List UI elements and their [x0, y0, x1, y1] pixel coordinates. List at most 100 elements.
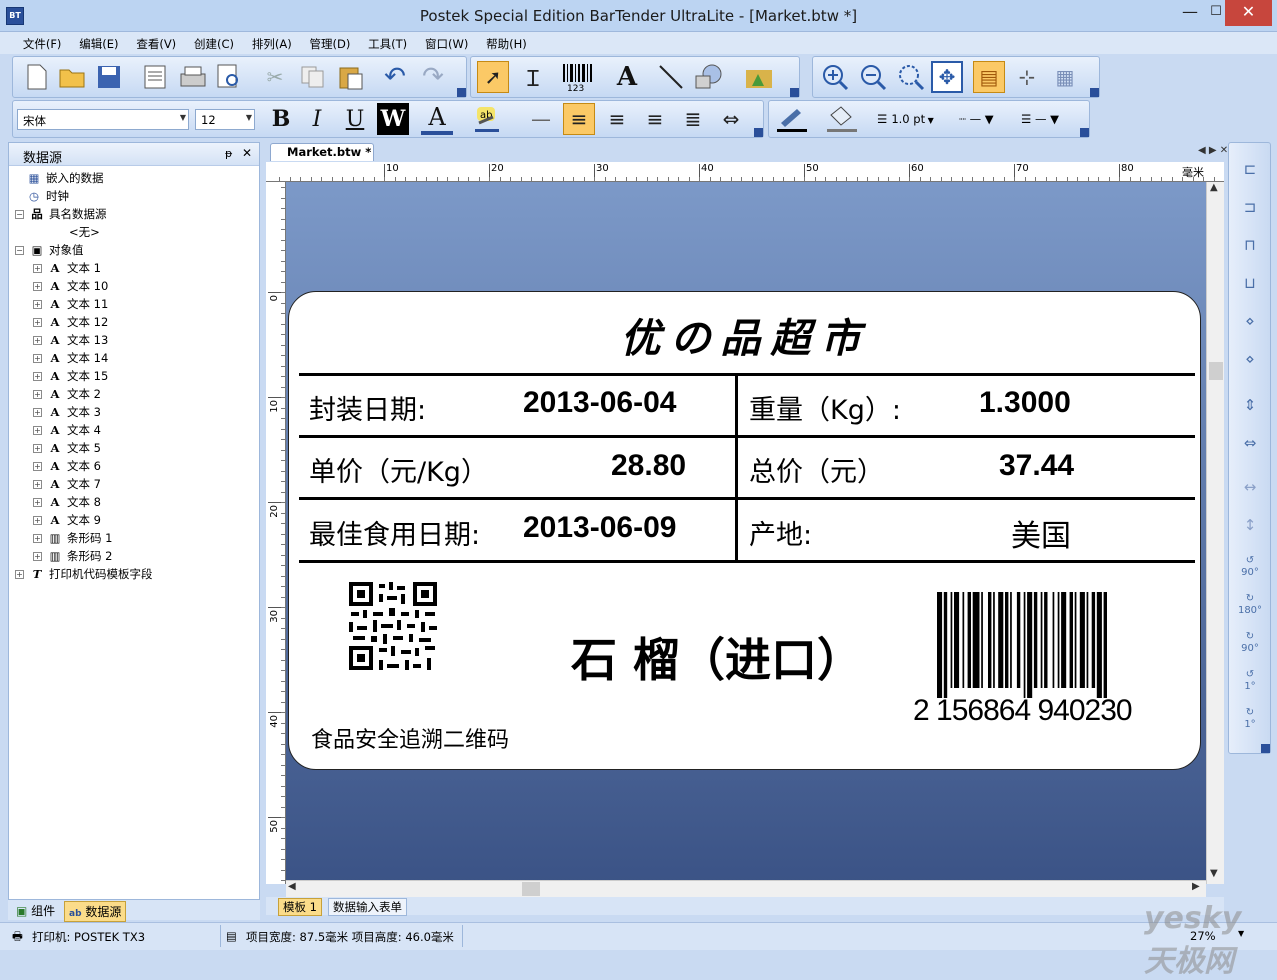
- expand-icon[interactable]: +: [33, 372, 42, 381]
- tree-item[interactable]: + A 文本 8: [33, 493, 101, 511]
- tree-item[interactable]: + A 文本 12: [33, 313, 108, 331]
- align-center-icon[interactable]: ≡: [601, 103, 633, 135]
- rotate-180-icon[interactable]: ↻ 180°: [1236, 589, 1264, 623]
- ruler-toggle-icon[interactable]: ▤: [973, 61, 1005, 93]
- expand-icon[interactable]: +: [33, 390, 42, 399]
- tree-item[interactable]: + A 文本 10: [33, 277, 108, 295]
- space-vertical-icon[interactable]: ↕: [1236, 511, 1264, 539]
- rotate-1-ccw-icon[interactable]: ↺ 1°: [1236, 665, 1264, 699]
- expand-icon[interactable]: +: [33, 408, 42, 417]
- font-size-select[interactable]: 12 ▼: [195, 109, 255, 130]
- weight-label[interactable]: 重量（Kg）:: [749, 388, 901, 427]
- product-name[interactable]: 石 榴（进口）: [571, 624, 863, 690]
- select-pointer-icon[interactable]: ➚: [477, 61, 509, 93]
- copy-icon[interactable]: [297, 61, 329, 93]
- menu-file[interactable]: 文件(F): [16, 32, 69, 54]
- distribute-horizontal-icon[interactable]: ⇔: [1236, 429, 1264, 457]
- menu-window[interactable]: 窗口(W): [418, 32, 475, 54]
- expand-icon[interactable]: +: [33, 444, 42, 453]
- tab-data-entry-form[interactable]: 数据输入表单: [328, 898, 407, 916]
- expand-icon[interactable]: +: [33, 516, 42, 525]
- fit-text-icon[interactable]: ⇔: [715, 103, 747, 135]
- text-tool-icon[interactable]: A: [611, 61, 643, 93]
- barcode[interactable]: [935, 592, 1165, 698]
- font-select[interactable]: 宋体 ▼: [17, 109, 189, 130]
- label-template[interactable]: 优の品超市 封装日期: 2013-06-04 重量（Kg）: 1.3000 单价…: [288, 291, 1201, 770]
- pack-date-label[interactable]: 封装日期:: [309, 388, 426, 427]
- chevron-right-icon[interactable]: ▶: [1192, 881, 1200, 892]
- barcode-tool-icon[interactable]: 123: [559, 61, 603, 93]
- toolbar-overflow-icon[interactable]: [1261, 744, 1270, 753]
- tree-item[interactable]: + A 文本 7: [33, 475, 101, 493]
- tree-item[interactable]: − ▣ 对象值: [15, 241, 84, 259]
- undo-icon[interactable]: ↶: [379, 61, 411, 93]
- menu-tools[interactable]: 工具(T): [361, 32, 414, 54]
- origin-value[interactable]: 美国: [1011, 511, 1071, 555]
- page-setup-icon[interactable]: [139, 61, 171, 93]
- chevron-left-icon[interactable]: ◀: [288, 881, 296, 892]
- rotate-90-cw-icon[interactable]: ↻ 90°: [1236, 627, 1264, 661]
- align-top-edges-icon[interactable]: ⊓: [1236, 231, 1264, 259]
- grid-icon[interactable]: ▦: [1049, 61, 1081, 93]
- tree-item[interactable]: − 品具名数据源: [15, 205, 107, 223]
- tree-item[interactable]: <无>: [69, 223, 100, 241]
- font-color-icon[interactable]: A: [421, 103, 453, 135]
- menu-arrange[interactable]: 排列(A): [245, 32, 299, 54]
- shape-tool-icon[interactable]: [693, 61, 725, 93]
- expand-icon[interactable]: +: [33, 282, 42, 291]
- no-align-icon[interactable]: —: [525, 103, 557, 135]
- print-icon[interactable]: [177, 61, 209, 93]
- vertical-scrollbar[interactable]: ▲ ▼: [1206, 182, 1224, 884]
- pack-date-value[interactable]: 2013-06-04: [523, 386, 676, 420]
- tree-item[interactable]: + A 文本 3: [33, 403, 101, 421]
- collapse-icon[interactable]: −: [15, 210, 24, 219]
- zoom-level[interactable]: 27%: [1190, 929, 1216, 943]
- reverse-text-button[interactable]: W: [377, 103, 409, 135]
- scroll-thumb[interactable]: [522, 882, 540, 896]
- fit-to-window-icon[interactable]: ✥: [931, 61, 963, 93]
- zoom-in-icon[interactable]: [819, 61, 851, 93]
- menu-create[interactable]: 创建(C): [187, 32, 241, 54]
- align-right-icon[interactable]: ≡: [639, 103, 671, 135]
- menu-edit[interactable]: 编辑(E): [72, 32, 125, 54]
- fill-color-icon[interactable]: [825, 103, 857, 135]
- toolbar-overflow-icon[interactable]: [754, 128, 763, 137]
- close-icon[interactable]: ✕: [242, 146, 252, 160]
- scroll-thumb[interactable]: [1209, 362, 1223, 380]
- expand-icon[interactable]: +: [33, 318, 42, 327]
- close-button[interactable]: ✕: [1225, 0, 1272, 26]
- expand-icon[interactable]: +: [33, 462, 42, 471]
- unit-price-value[interactable]: 28.80: [611, 449, 686, 483]
- tree-item[interactable]: + ▥ 条形码 1: [33, 529, 112, 547]
- expand-icon[interactable]: +: [33, 354, 42, 363]
- italic-button[interactable]: I: [301, 103, 333, 135]
- tree-item[interactable]: + A 文本 2: [33, 385, 101, 403]
- underline-button[interactable]: U: [339, 103, 371, 135]
- justify-icon[interactable]: ≣: [677, 103, 709, 135]
- expand-icon[interactable]: +: [33, 534, 42, 543]
- tree-item[interactable]: ▦ 嵌入的数据: [27, 169, 104, 187]
- tree-item[interactable]: + A 文本 6: [33, 457, 101, 475]
- bold-button[interactable]: B: [265, 103, 297, 135]
- horizontal-scrollbar[interactable]: ◀ ▶: [286, 880, 1206, 897]
- menu-help[interactable]: 帮助(H): [479, 32, 534, 54]
- tab-market-btw[interactable]: Market.btw *: [270, 143, 374, 161]
- expand-icon[interactable]: +: [33, 300, 42, 309]
- tab-components[interactable]: ▣ 组件: [12, 902, 59, 919]
- paste-icon[interactable]: [335, 61, 367, 93]
- chevron-up-icon[interactable]: ▲: [1210, 182, 1218, 193]
- tree-item[interactable]: + ▥ 条形码 2: [33, 547, 112, 565]
- expand-icon[interactable]: +: [33, 498, 42, 507]
- tree-item[interactable]: + A 文本 5: [33, 439, 101, 457]
- picture-tool-icon[interactable]: [743, 61, 775, 93]
- weight-value[interactable]: 1.3000: [979, 386, 1071, 420]
- best-before-value[interactable]: 2013-06-09: [523, 511, 676, 545]
- origin-label[interactable]: 产地:: [749, 513, 812, 552]
- line-style-select[interactable]: ┈ — ▼: [959, 109, 1017, 130]
- collapse-icon[interactable]: −: [15, 246, 24, 255]
- line-color-icon[interactable]: [775, 103, 807, 135]
- align-h-center-icon[interactable]: ⊐: [1236, 193, 1264, 221]
- toolbar-overflow-icon[interactable]: [457, 88, 466, 97]
- toolbar-overflow-icon[interactable]: [790, 88, 799, 97]
- total-price-label[interactable]: 总价（元）: [749, 450, 884, 489]
